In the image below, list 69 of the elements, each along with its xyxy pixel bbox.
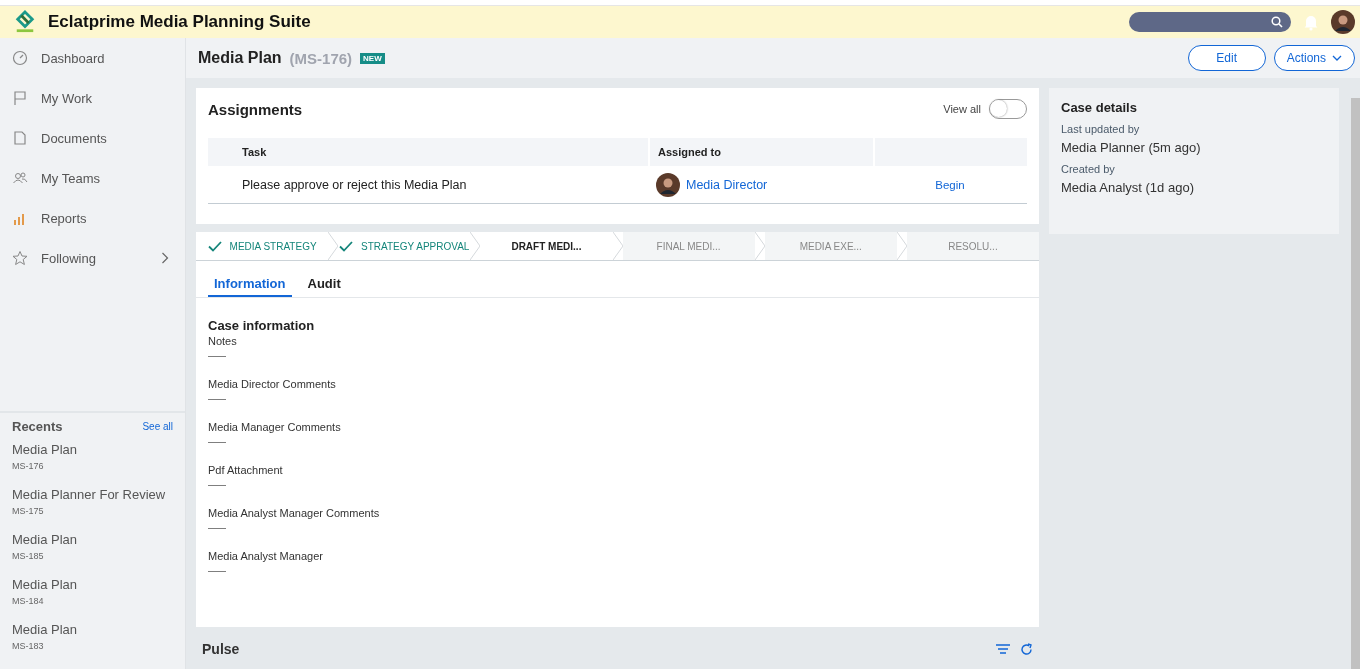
field-value: —— bbox=[208, 437, 227, 447]
assignee-link[interactable]: Media Director bbox=[686, 177, 768, 192]
app-title: Eclatprime Media Planning Suite bbox=[48, 12, 311, 32]
field-label: Media Manager Comments bbox=[208, 421, 342, 433]
flag-icon bbox=[12, 90, 28, 106]
detail-label: Created by bbox=[1061, 163, 1116, 175]
sidebar-item[interactable]: Following bbox=[0, 238, 185, 278]
assignments-heading: Assignments bbox=[208, 100, 303, 118]
sidebar-item[interactable]: Reports bbox=[0, 198, 185, 238]
caret-icon bbox=[1332, 55, 1342, 61]
avatar-icon bbox=[656, 172, 680, 197]
people-icon bbox=[12, 170, 28, 186]
field-value: —— bbox=[208, 480, 227, 490]
field-label: Media Director Comments bbox=[208, 378, 337, 390]
field-value: —— bbox=[208, 566, 227, 576]
field-label: Notes bbox=[208, 335, 238, 347]
recents-heading: Recents bbox=[12, 419, 63, 434]
column-header: Assigned to bbox=[648, 138, 873, 166]
sidebar-item[interactable]: Dashboard bbox=[0, 38, 185, 78]
document-icon bbox=[12, 130, 28, 146]
recent-item-link[interactable]: Media Plan bbox=[12, 577, 173, 592]
sidebar-item[interactable]: Documents bbox=[0, 118, 185, 158]
search-field[interactable] bbox=[1129, 12, 1291, 32]
begin-link[interactable]: Begin bbox=[935, 178, 965, 191]
column-header: Task bbox=[241, 145, 268, 160]
detail-value: Media Planner (5m ago) bbox=[1061, 140, 1202, 155]
sidebar-item[interactable]: My Work bbox=[0, 78, 185, 118]
search-icon[interactable] bbox=[1271, 16, 1283, 28]
tab[interactable]: Information bbox=[208, 276, 292, 297]
recent-item-link[interactable]: Media Plan bbox=[12, 442, 173, 457]
field-label: Pdf Attachment bbox=[208, 464, 284, 476]
chevron-right-icon bbox=[161, 252, 169, 264]
recent-item-id: MS-175 bbox=[12, 506, 45, 516]
pulse-heading: Pulse bbox=[202, 641, 240, 657]
gauge-icon bbox=[12, 50, 28, 66]
field-label: Media Analyst Manager Comments bbox=[208, 507, 381, 519]
view-all-label: View all bbox=[943, 103, 981, 115]
see-all-link[interactable]: See all bbox=[142, 421, 173, 432]
status-badge: NEW bbox=[360, 52, 385, 64]
recent-item-id: MS-176 bbox=[12, 461, 45, 471]
recent-item-id: MS-185 bbox=[12, 551, 45, 561]
view-all-toggle[interactable] bbox=[989, 99, 1027, 119]
field-value: —— bbox=[208, 394, 227, 404]
tab[interactable]: Audit bbox=[301, 276, 347, 297]
field-label: Media Analyst Manager bbox=[208, 550, 324, 562]
header-button[interactable]: Edit bbox=[1187, 45, 1266, 71]
check-icon bbox=[207, 240, 222, 252]
detail-value: Media Analyst (1d ago) bbox=[1061, 180, 1195, 195]
recent-item-id: MS-183 bbox=[12, 641, 45, 651]
case-details-heading: Case details bbox=[1061, 100, 1138, 115]
avatar-icon[interactable] bbox=[1331, 10, 1355, 34]
recent-item-id: MS-184 bbox=[12, 596, 45, 606]
filter-icon[interactable] bbox=[996, 644, 1010, 654]
field-value: —— bbox=[208, 523, 227, 533]
case-title: Media Plan bbox=[198, 49, 282, 67]
case-id: (MS-176) bbox=[289, 49, 353, 67]
field-value: —— bbox=[208, 351, 227, 361]
recent-item-link[interactable]: Media Planner For Review bbox=[12, 487, 173, 502]
sidebar-item[interactable]: My Teams bbox=[0, 158, 185, 198]
logo-icon bbox=[14, 10, 36, 34]
detail-label: Last updated by bbox=[1061, 123, 1141, 135]
refresh-icon[interactable] bbox=[1020, 642, 1033, 656]
check-icon bbox=[339, 240, 354, 252]
recent-item-link[interactable]: Media Plan bbox=[12, 532, 173, 547]
recent-item-link[interactable]: Media Plan bbox=[12, 622, 173, 637]
task-cell-text: Please approve or reject this Media Plan bbox=[241, 177, 468, 192]
section-heading: Case information bbox=[208, 318, 316, 333]
header-button[interactable]: Actions bbox=[1273, 45, 1355, 71]
star-icon bbox=[12, 250, 28, 266]
